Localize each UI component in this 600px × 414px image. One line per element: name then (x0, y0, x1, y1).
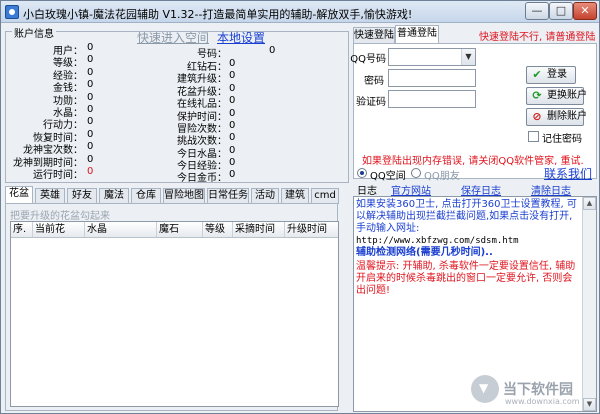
tab-quick-login[interactable]: 快速登陆 (353, 27, 395, 44)
info-value: 0 (229, 95, 236, 106)
info-value: 0 (229, 83, 236, 94)
login-panel: QQ号码 ▼ 密码 验证码 ✔ 登录 ⟳ 更换账户 ⊘ 删除账户 记住密码 如果… (350, 43, 597, 179)
info-value: 0 (229, 169, 236, 180)
watermark-url: www.downxia.com (505, 397, 580, 406)
tab-normal-login[interactable]: 普通登陆 (395, 25, 439, 44)
flowerpot-tab-page: 把要升级的花盆勾起来 序. 当前花 水晶 魔石 等级 采摘时间 升级时间 (5, 203, 339, 411)
column-header[interactable]: 采摘时间 (233, 222, 285, 237)
column-header[interactable]: 水晶 (85, 222, 157, 237)
info-value: 0 (229, 58, 236, 69)
remember-password-label: 记住密码 (542, 134, 582, 145)
window-title: 小白玫瑰小镇-魔法花园辅助 V1.32--打造最简单实用的辅助-解放双手,愉快游… (23, 8, 413, 21)
info-value: 0 (87, 154, 94, 165)
app-window: 小白玫瑰小镇-魔法花园辅助 V1.32--打造最简单实用的辅助-解放双手,愉快游… (0, 0, 600, 414)
password-label: 密码 (364, 76, 384, 87)
scroll-up-icon[interactable]: ▲ (583, 197, 596, 210)
qq-number-label: QQ号码 (350, 54, 386, 65)
tab-events[interactable]: 活动 (251, 188, 279, 204)
log-line: 辅助检测网络(需要几秒时间).. (356, 247, 493, 258)
watermark: 当下软件园 www.downxia.com (471, 373, 597, 409)
info-value: 0 (87, 141, 94, 152)
clear-log-link[interactable]: 清除日志 (531, 182, 571, 197)
info-value: 0 (87, 116, 94, 127)
column-header[interactable]: 升级时间 (285, 222, 338, 237)
upgrade-hint: 把要升级的花盆勾起来 (10, 211, 110, 222)
tab-daily-tasks[interactable]: 日常任务 (207, 188, 249, 204)
local-settings-link[interactable]: 本地设置 (217, 29, 265, 46)
maximize-button[interactable]: □ (549, 2, 573, 20)
info-value: 0 (229, 108, 236, 119)
info-value: 0 (87, 129, 94, 140)
remember-password-checkbox[interactable] (528, 131, 539, 142)
info-value: 0 (87, 42, 94, 53)
table-header: 序. 当前花 水晶 魔石 等级 采摘时间 升级时间 (11, 222, 338, 238)
column-header[interactable]: 魔石 (157, 222, 203, 237)
captcha-label: 验证码 (356, 97, 386, 108)
info-value: 0 (87, 54, 94, 65)
delete-account-button[interactable]: ⊘ 删除账户 (526, 108, 587, 126)
watermark-text: 当下软件园 (503, 382, 573, 398)
log-line: 温馨提示: 开辅助, 杀毒软件一定要设置信任, 辅助开启来的时候杀毒跳出的窗口一… (356, 261, 576, 296)
log-label: 日志 (357, 186, 377, 197)
flowerpot-table[interactable]: 序. 当前花 水晶 魔石 等级 采摘时间 升级时间 (10, 221, 339, 407)
column-header[interactable]: 等级 (203, 222, 233, 237)
tab-magic[interactable]: 魔法 (99, 188, 129, 204)
refresh-icon: ⟳ (532, 89, 542, 102)
captcha-field[interactable] (388, 90, 476, 108)
delete-account-label: 删除账户 (547, 111, 587, 122)
title-bar: 小白玫瑰小镇-魔法花园辅助 V1.32--打造最简单实用的辅助-解放双手,愉快游… (1, 1, 599, 23)
column-header[interactable]: 序. (11, 222, 33, 237)
quick-login-space-link[interactable]: 快速进入空间 (137, 29, 209, 46)
tab-warehouse[interactable]: 仓库 (131, 188, 161, 204)
tab-cmd[interactable]: cmd (311, 188, 339, 204)
info-value: 0 (229, 120, 236, 131)
qq-space-radio[interactable] (357, 168, 367, 178)
qq-friend-radio[interactable] (411, 168, 421, 178)
chevron-down-icon[interactable]: ▼ (461, 49, 475, 65)
app-icon (5, 5, 19, 19)
info-value: 0 (229, 70, 236, 81)
minimize-button[interactable]: — (525, 2, 549, 20)
qq-space-label: QQ空间 (370, 171, 406, 182)
no-entry-icon: ⊘ (532, 110, 542, 123)
tab-buildings[interactable]: 建筑 (281, 188, 309, 204)
info-value: 0 (87, 67, 94, 78)
tab-hero[interactable]: 英雄 (35, 188, 65, 204)
info-value: 0 (229, 145, 236, 156)
log-line: 如果安装360卫士, 点击打开360卫士设置教程, 可以解决辅助出现拦截拦截问题… (356, 199, 577, 234)
info-label: 今日金币： (177, 173, 227, 184)
info-value: 0 (269, 45, 276, 56)
contact-us-link[interactable]: 联系我们 (544, 165, 592, 182)
info-label: 运行时间： (33, 170, 83, 181)
info-value: 0 (87, 104, 94, 115)
close-button[interactable]: ✕ (573, 2, 597, 20)
tab-adventure-map[interactable]: 冒险地图 (163, 188, 205, 204)
qq-number-combo[interactable]: ▼ (388, 48, 476, 66)
info-value: 0 (87, 92, 94, 103)
info-value: 0 (87, 166, 94, 177)
login-notice: 快速登陆不行, 请普通登陆 (479, 32, 596, 43)
tab-friends[interactable]: 好友 (67, 188, 97, 204)
download-icon (471, 375, 499, 403)
save-log-link[interactable]: 保存日志 (461, 182, 501, 197)
login-button[interactable]: ✔ 登录 (526, 66, 576, 84)
info-value: 0 (229, 157, 236, 168)
official-site-link[interactable]: 官方网站 (391, 182, 431, 197)
qq-friend-label: QQ朋友 (424, 171, 460, 182)
log-line: http://www.xbfzwg.com/sdsm.htm (356, 236, 519, 246)
login-button-label: 登录 (547, 69, 567, 80)
account-info-title: 账户信息 (12, 25, 56, 40)
password-field[interactable] (388, 69, 476, 87)
info-value: 0 (87, 79, 94, 90)
column-header[interactable]: 当前花 (33, 222, 85, 237)
switch-account-button[interactable]: ⟳ 更换账户 (526, 87, 587, 105)
checkmark-icon: ✔ (532, 68, 542, 81)
switch-account-label: 更换账户 (547, 90, 587, 101)
info-value: 0 (229, 132, 236, 143)
